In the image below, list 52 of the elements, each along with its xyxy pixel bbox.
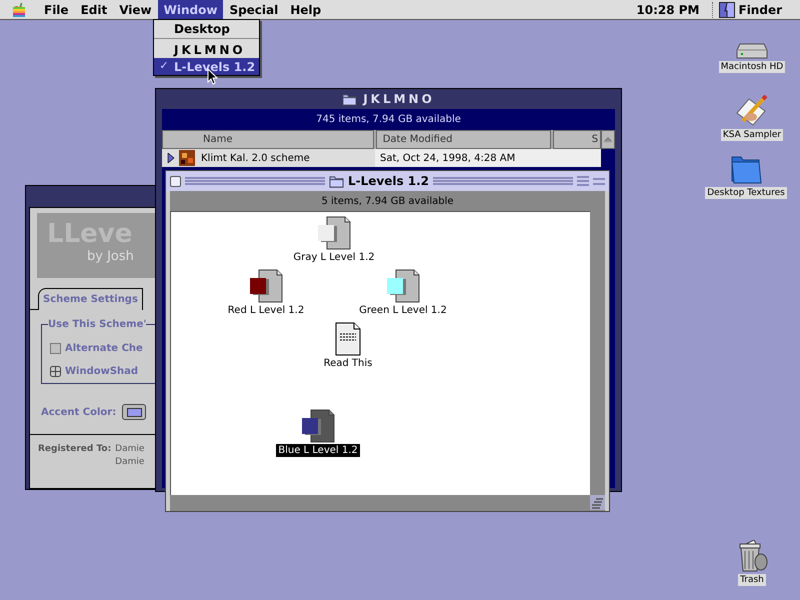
registered-name: Damie <box>115 443 144 456</box>
desktop-icon-label[interactable]: Trash <box>738 574 766 586</box>
desktop-icon-label[interactable]: Macintosh HD <box>718 61 786 73</box>
scheme-file-icon[interactable] <box>249 269 283 303</box>
checkbox[interactable] <box>50 343 61 354</box>
column-header[interactable]: Name <box>162 130 374 149</box>
check-mark: ✓ <box>159 58 169 74</box>
pencil-paper-icon[interactable] <box>735 95 769 127</box>
menu-title[interactable]: Help <box>284 0 328 19</box>
menu-item[interactable]: JKLMNO <box>154 41 259 58</box>
option-label: WindowShad <box>65 365 138 379</box>
accent-color-button[interactable] <box>122 404 146 420</box>
date-modified: Sat, Oct 24, 1998, 4:28 AM <box>380 152 516 166</box>
desktop-icon-label[interactable]: Desktop Textures <box>705 187 787 199</box>
menu-title[interactable]: View <box>113 0 158 19</box>
menu-title[interactable]: Special <box>223 0 284 19</box>
apple-menu-icon[interactable] <box>12 2 26 18</box>
folder-icon <box>342 92 358 106</box>
column-header[interactable]: S <box>553 130 602 149</box>
close-box[interactable] <box>170 176 181 186</box>
menu-title[interactable]: File <box>38 0 75 19</box>
disclosure-triangle-icon[interactable] <box>167 153 175 163</box>
scheme-thumbnail-icon <box>179 150 195 166</box>
sort-direction-button[interactable] <box>601 130 615 149</box>
registered-label: Registered To: <box>38 443 112 456</box>
window-title: JKLMNO <box>363 91 435 108</box>
menu-item[interactable]: ✓ L-Levels 1.2 <box>154 58 259 75</box>
accent-color-label: Accent Color: <box>41 406 116 420</box>
desktop-icon-label[interactable]: KSA Sampler <box>720 129 784 141</box>
file-label[interactable]: Blue L Level 1.2 <box>276 444 360 457</box>
menu-title[interactable]: Window <box>158 0 224 19</box>
window-info: 5 items, 7.94 GB available <box>321 194 454 208</box>
registered-name: Damie <box>115 456 144 469</box>
window-shade-icon <box>50 366 61 377</box>
folder-icon <box>328 174 344 188</box>
clock: 10:28 PM <box>636 2 700 18</box>
scheme-file-icon[interactable] <box>301 409 335 443</box>
menu-title[interactable]: Edit <box>74 0 114 19</box>
menu-item[interactable]: Desktop <box>154 20 259 37</box>
finder-face-icon <box>718 2 734 18</box>
scheme-file-icon[interactable] <box>386 269 420 303</box>
column-header[interactable]: Date Modified <box>376 130 552 149</box>
window-title: L-Levels 1.2 <box>348 173 430 190</box>
scheme-file-icon[interactable] <box>317 216 351 250</box>
text-document-icon[interactable] <box>335 322 361 356</box>
window-info: 745 items, 7.94 GB available <box>316 113 461 127</box>
application-menu[interactable]: Finder <box>738 0 782 18</box>
sort-triangle-icon <box>604 136 612 142</box>
logo-byline: by Josh <box>87 249 135 265</box>
option-label: Alternate Che <box>65 342 143 356</box>
resize-handle-icon[interactable] <box>590 495 605 510</box>
file-label[interactable]: Gray L Level 1.2 <box>291 251 377 264</box>
